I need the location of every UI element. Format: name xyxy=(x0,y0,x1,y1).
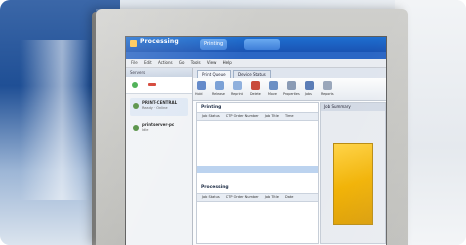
server-status: Idle xyxy=(142,128,149,132)
printing-title: Printing xyxy=(201,105,222,110)
app-title: Processing xyxy=(140,38,179,45)
server-name: PRINT-CENTRAL xyxy=(142,100,178,105)
servers-panel: Servers PRINT-CENTRAL Ready · Online pri… xyxy=(126,68,193,245)
menu-file[interactable]: File xyxy=(131,60,138,65)
tab-printing[interactable]: Printing xyxy=(200,39,228,50)
app-titlebar: Processing Printing xyxy=(126,37,386,52)
col-job-title[interactable]: Job Title xyxy=(265,195,279,199)
ribbon-label: Delete xyxy=(250,92,261,96)
menubar: File Edit Actions Go Tools View Help xyxy=(126,59,386,68)
col-time[interactable]: Time xyxy=(285,114,294,118)
col-job-status[interactable]: Job Status xyxy=(202,114,220,118)
ribbon-label: Move xyxy=(268,92,277,96)
menu-actions[interactable]: Actions xyxy=(158,60,173,65)
menu-go[interactable]: Go xyxy=(179,60,185,65)
ribbon-label: Hold xyxy=(195,92,203,96)
col-job-status[interactable]: Job Status xyxy=(202,195,220,199)
main-tabs: Print Queue Device Status xyxy=(193,68,386,79)
properties-icon[interactable] xyxy=(287,81,296,90)
app-icon xyxy=(130,40,137,47)
hold-icon[interactable] xyxy=(197,81,206,90)
move-icon[interactable] xyxy=(269,81,278,90)
release-icon[interactable] xyxy=(215,81,224,90)
ribbon-label: Reprint xyxy=(231,92,243,96)
reprint-icon[interactable] xyxy=(233,81,242,90)
job-summary-title: Job Summary xyxy=(321,103,385,111)
menu-edit[interactable]: Edit xyxy=(144,60,152,65)
subtitle-bar xyxy=(126,52,386,59)
menu-help[interactable]: Help xyxy=(223,60,232,65)
col-ctp-order[interactable]: CTP Order Number xyxy=(226,114,259,118)
delete-icon[interactable] xyxy=(251,81,260,90)
ribbon-label: Release xyxy=(212,92,225,96)
job-summary-panel: Job Summary xyxy=(320,102,386,244)
ribbon-label: Reports xyxy=(321,92,334,96)
jobs-icon[interactable] xyxy=(305,81,314,90)
server-icon xyxy=(133,125,139,131)
ribbon-label: Jobs xyxy=(305,92,312,96)
printing-panel: Printing Job Status CTP Order Number Job… xyxy=(196,102,319,244)
col-ctp-order[interactable]: CTP Order Number xyxy=(226,195,259,199)
server-item-1[interactable]: PRINT-CENTRAL Ready · Online xyxy=(130,98,188,116)
servers-header: Servers xyxy=(126,68,192,77)
col-job-title[interactable]: Job Title xyxy=(265,114,279,118)
main-area: Print Queue Device Status Hold Release R… xyxy=(193,68,386,245)
menu-tools[interactable]: Tools xyxy=(191,60,201,65)
remove-server-icon[interactable] xyxy=(148,83,156,86)
add-server-icon[interactable] xyxy=(132,82,138,88)
monitor-screen: Processing Printing File Edit Actions Go… xyxy=(125,36,387,245)
photo: Processing Printing File Edit Actions Go… xyxy=(0,0,466,245)
printing-columns: Job Status CTP Order Number Job Title Ti… xyxy=(197,112,318,121)
processing-title: Processing xyxy=(201,185,229,190)
reports-icon[interactable] xyxy=(323,81,332,90)
progress-row xyxy=(197,166,318,173)
servers-toolbar xyxy=(126,77,192,94)
server-item-2[interactable]: printserver-pc Idle xyxy=(130,120,188,138)
window-glow xyxy=(20,40,90,200)
menu-view[interactable]: View xyxy=(207,60,217,65)
tab-blank[interactable] xyxy=(244,39,280,50)
ribbon-label: Properties xyxy=(283,92,300,96)
col-date[interactable]: Date xyxy=(285,195,293,199)
document-preview xyxy=(333,143,373,225)
server-status: Ready · Online xyxy=(142,106,168,110)
server-icon xyxy=(133,103,139,109)
ribbon-toolbar: Hold Release Reprint Delete Move Propert… xyxy=(193,78,386,101)
server-name: printserver-pc xyxy=(142,122,175,127)
processing-columns: Job Status CTP Order Number Job Title Da… xyxy=(197,193,318,202)
